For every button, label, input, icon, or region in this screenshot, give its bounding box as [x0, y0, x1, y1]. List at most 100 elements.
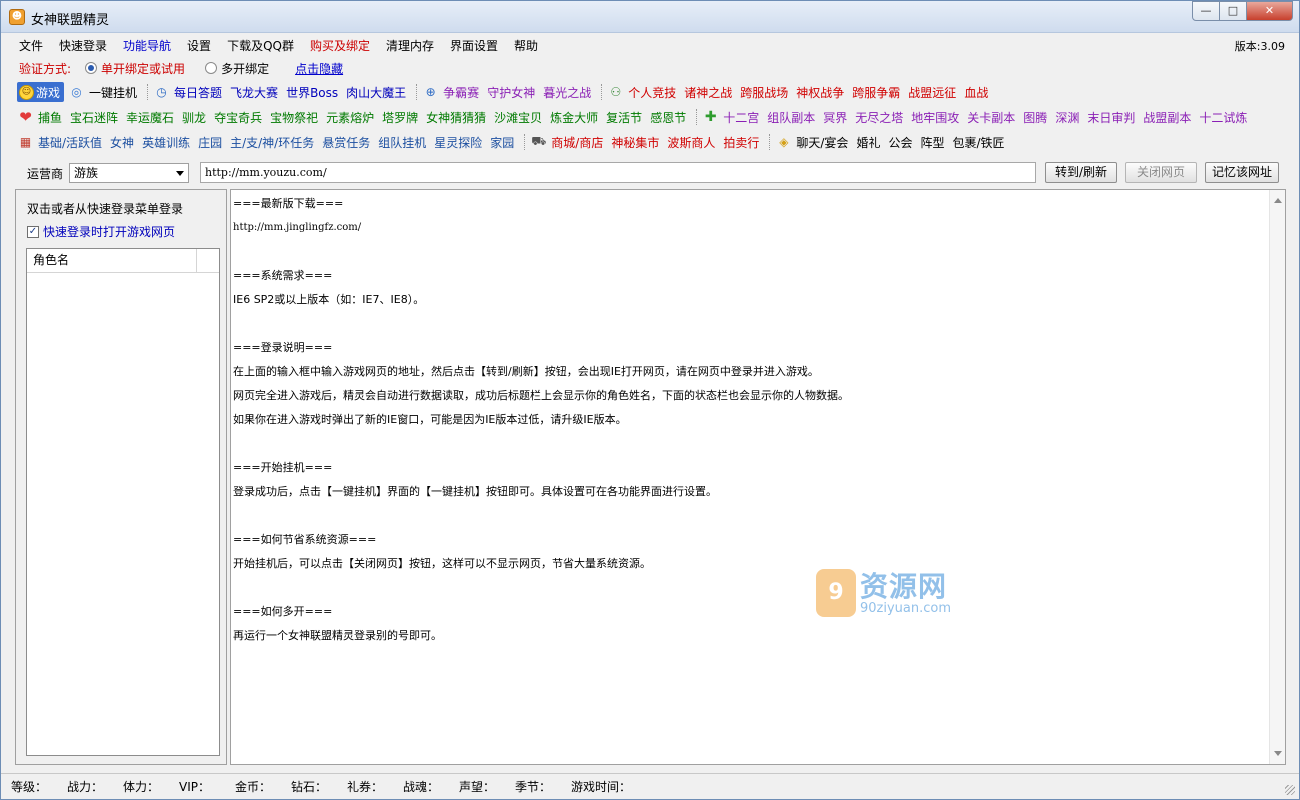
toolbar-button[interactable]: 英雄训练: [142, 134, 190, 151]
menu-item[interactable]: 文件: [11, 37, 51, 54]
watermark-sub-text: 90ziyuan.com: [860, 601, 952, 616]
toolbar-button[interactable]: 冥界: [823, 109, 847, 126]
status-bar: 等级： 战力： 体力： VIP： 金币： 钻石： 礼券： 战魂： 声望： 季节： 游戏时间：: [1, 773, 1299, 799]
menu-item[interactable]: 购买及绑定: [302, 37, 378, 54]
operator-select[interactable]: 游族: [69, 163, 189, 183]
close-button[interactable]: ✕: [1247, 1, 1293, 21]
toolbar-button[interactable]: 夺宝奇兵: [214, 109, 262, 126]
toolbar-button[interactable]: 地牢围攻: [911, 109, 959, 126]
radio-single-bind[interactable]: [85, 62, 98, 74]
menu-item[interactable]: 设置: [179, 37, 219, 54]
toolbar-button[interactable]: 女神猜猜猜: [426, 109, 486, 126]
app-logo-icon: ☻: [9, 9, 25, 25]
menu-item[interactable]: 下载及QQ群: [219, 37, 302, 54]
info-line: http://mm.jinglingfz.com/: [233, 222, 362, 233]
menu-item[interactable]: 清理内存: [378, 37, 442, 54]
menu-item[interactable]: 帮助: [506, 37, 546, 54]
toolbar-button[interactable]: 拍卖行: [723, 134, 759, 151]
url-input[interactable]: http://mm.youzu.com/: [200, 162, 1036, 183]
toolbar-button[interactable]: 聊天/宴会: [796, 134, 848, 151]
remember-url-button[interactable]: 记忆该网址: [1205, 162, 1279, 183]
toolbar-button[interactable]: 无尽之塔: [855, 109, 903, 126]
toolbar-button[interactable]: 十二试炼: [1199, 109, 1247, 126]
menu-item[interactable]: 界面设置: [442, 37, 506, 54]
toolbar-button[interactable]: 世界Boss: [286, 84, 338, 101]
hide-link[interactable]: 点击隐藏: [295, 60, 343, 77]
toolbar-button[interactable]: 血战: [964, 84, 988, 101]
maximize-button[interactable]: □: [1220, 1, 1247, 21]
radio-multi-bind-label[interactable]: 多开绑定: [221, 60, 269, 77]
toolbar-button[interactable]: 星灵探险: [434, 134, 482, 151]
scroll-down-arrow-icon[interactable]: [1274, 751, 1282, 756]
toolbar-button[interactable]: 宝石迷阵: [70, 109, 118, 126]
toolbar-button[interactable]: 元素熔炉: [326, 109, 374, 126]
role-list[interactable]: 角色名: [26, 248, 220, 756]
toolbar-button[interactable]: 公会: [888, 134, 912, 151]
info-line: [233, 576, 1269, 600]
toolbar-button[interactable]: 包裹/铁匠: [952, 134, 1004, 151]
status-field: VIP：: [179, 780, 210, 794]
scroll-up-arrow-icon[interactable]: [1274, 198, 1282, 203]
toolbar-button[interactable]: 幸运魔石: [126, 109, 174, 126]
radio-single-bind-label[interactable]: 单开绑定或试用: [101, 60, 185, 77]
toolbar-button[interactable]: 跨服争霸: [852, 84, 900, 101]
minimize-button[interactable]: —: [1192, 1, 1220, 21]
toolbar-button[interactable]: 末日审判: [1087, 109, 1135, 126]
close-webpage-button[interactable]: 关闭网页: [1125, 162, 1197, 183]
toolbar-button[interactable]: 婚礼: [856, 134, 880, 151]
go-refresh-button[interactable]: 转到/刷新: [1045, 162, 1117, 183]
toolbar-button[interactable]: 战盟远征: [908, 84, 956, 101]
toolbar-button[interactable]: 庄园: [198, 134, 222, 151]
toolbar-button[interactable]: 关卡副本: [967, 109, 1015, 126]
menu-item[interactable]: 功能导航: [115, 37, 179, 54]
toolbar-button[interactable]: 捕鱼: [38, 109, 62, 126]
toolbar-button[interactable]: 诸神之战: [684, 84, 732, 101]
toolbar-button[interactable]: 炼金大师: [550, 109, 598, 126]
toolbar-button[interactable]: 争霸赛: [443, 84, 479, 101]
game-button[interactable]: ☺ 游戏: [17, 82, 65, 102]
toolbar-button[interactable]: 悬赏任务: [322, 134, 370, 151]
open-webpage-checkbox-label[interactable]: 快速登录时打开游戏网页: [43, 223, 175, 240]
toolbar-button[interactable]: 女神: [110, 134, 134, 151]
toolbar-button[interactable]: 复活节: [606, 109, 642, 126]
toolbar-button[interactable]: 神权战争: [796, 84, 844, 101]
toolbar-button[interactable]: 守护女神: [487, 84, 535, 101]
radio-multi-bind[interactable]: [205, 62, 218, 74]
toolbar-button[interactable]: 商城/商店: [551, 134, 603, 151]
toolbar-button[interactable]: 波斯商人: [667, 134, 715, 151]
resize-grip-icon[interactable]: [1285, 785, 1295, 795]
status-field: 体力：: [123, 780, 160, 794]
toolbar-button[interactable]: 阵型: [920, 134, 944, 151]
toolbar-button[interactable]: 组队副本: [767, 109, 815, 126]
toolbar-button[interactable]: 驯龙: [182, 109, 206, 126]
window-controls: — □ ✕: [1192, 1, 1293, 21]
menu-item[interactable]: 快速登录: [51, 37, 115, 54]
toolbar-button[interactable]: 图腾: [1023, 109, 1047, 126]
toolbar-button[interactable]: 基础/活跃值: [38, 134, 102, 151]
toolbar-button[interactable]: 跨服战场: [740, 84, 788, 101]
toolbar-separator: [524, 134, 526, 150]
auto-hang-button[interactable]: 一键挂机: [89, 84, 137, 101]
role-name-column-header[interactable]: 角色名: [27, 249, 197, 272]
toolbar-button[interactable]: 深渊: [1055, 109, 1079, 126]
vertical-scrollbar[interactable]: [1269, 190, 1285, 764]
toolbar-button[interactable]: 暮光之战: [543, 84, 591, 101]
toolbar-button[interactable]: 战盟副本: [1143, 109, 1191, 126]
toolbar-button[interactable]: 神秘集市: [611, 134, 659, 151]
toolbar-button[interactable]: 肉山大魔王: [346, 84, 406, 101]
toolbar3-group-social: 聊天/宴会 婚礼 公会 阵型 包裹/铁匠: [796, 134, 1012, 151]
open-webpage-checkbox-row[interactable]: ✓ 快速登录时打开游戏网页: [27, 223, 175, 240]
toolbar-button[interactable]: 组队挂机: [378, 134, 426, 151]
toolbar-button[interactable]: 每日答题: [174, 84, 222, 101]
toolbar-button[interactable]: 感恩节: [650, 109, 686, 126]
toolbar-button[interactable]: 十二宫: [723, 109, 759, 126]
open-webpage-checkbox[interactable]: ✓: [27, 225, 39, 238]
toolbar-button[interactable]: 塔罗牌: [382, 109, 418, 126]
toolbar-button[interactable]: 主/支/神/环任务: [230, 134, 314, 151]
toolbar-button[interactable]: 宝物祭祀: [270, 109, 318, 126]
toolbar-button[interactable]: 个人竞技: [628, 84, 676, 101]
toolbar-button[interactable]: 家园: [490, 134, 514, 151]
info-line: 开始挂机后，可以点击【关闭网页】按钮，这样可以不显示网页，节省大量系统资源。: [233, 557, 651, 570]
toolbar-button[interactable]: 沙滩宝贝: [494, 109, 542, 126]
toolbar-button[interactable]: 飞龙大赛: [230, 84, 278, 101]
